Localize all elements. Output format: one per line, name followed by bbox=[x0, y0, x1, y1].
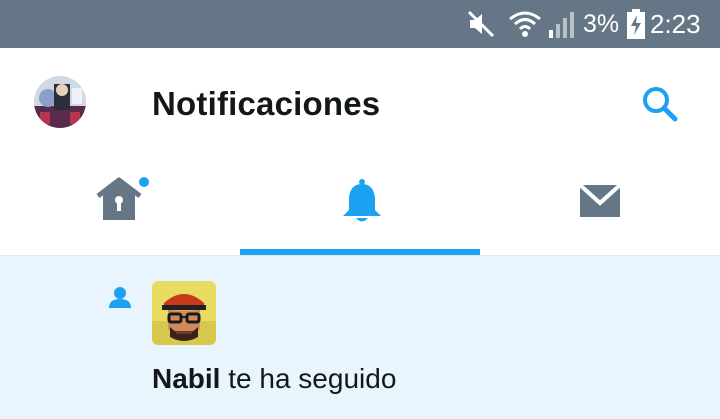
bell-icon bbox=[343, 179, 381, 222]
active-tab-indicator bbox=[240, 249, 480, 255]
mute-icon bbox=[467, 10, 495, 38]
page-title: Notificaciones bbox=[152, 85, 381, 122]
status-bar: 3% 2:23 bbox=[0, 0, 720, 48]
home-icon bbox=[96, 177, 149, 220]
tab-home[interactable] bbox=[0, 156, 240, 256]
unread-dot bbox=[139, 177, 149, 187]
notification-action: te ha seguido bbox=[220, 363, 397, 394]
envelope-icon bbox=[578, 183, 622, 217]
avatar-image bbox=[34, 76, 86, 128]
tab-notifications[interactable] bbox=[240, 156, 480, 256]
follower-name[interactable]: Nabil bbox=[152, 363, 220, 394]
signal-icon bbox=[549, 12, 574, 38]
wifi-icon bbox=[509, 11, 541, 37]
battery-percent: 3% bbox=[583, 10, 620, 38]
tab-messages[interactable] bbox=[480, 156, 720, 256]
notification-item[interactable]: Nabil te ha seguido bbox=[0, 256, 720, 419]
profile-avatar[interactable] bbox=[34, 76, 86, 128]
notifications-list: Nabil te ha seguido bbox=[0, 256, 720, 419]
avatar-image bbox=[152, 281, 216, 345]
search-button[interactable] bbox=[638, 82, 682, 126]
app-header: Notificaciones bbox=[0, 48, 720, 156]
clock: 2:23 bbox=[650, 9, 701, 39]
follow-person-icon bbox=[109, 287, 131, 308]
follower-avatar[interactable] bbox=[152, 281, 216, 345]
search-icon bbox=[643, 87, 678, 122]
battery-charging-icon bbox=[627, 9, 645, 39]
notification-text: Nabil te ha seguido bbox=[152, 362, 396, 396]
tab-bar bbox=[0, 156, 720, 256]
